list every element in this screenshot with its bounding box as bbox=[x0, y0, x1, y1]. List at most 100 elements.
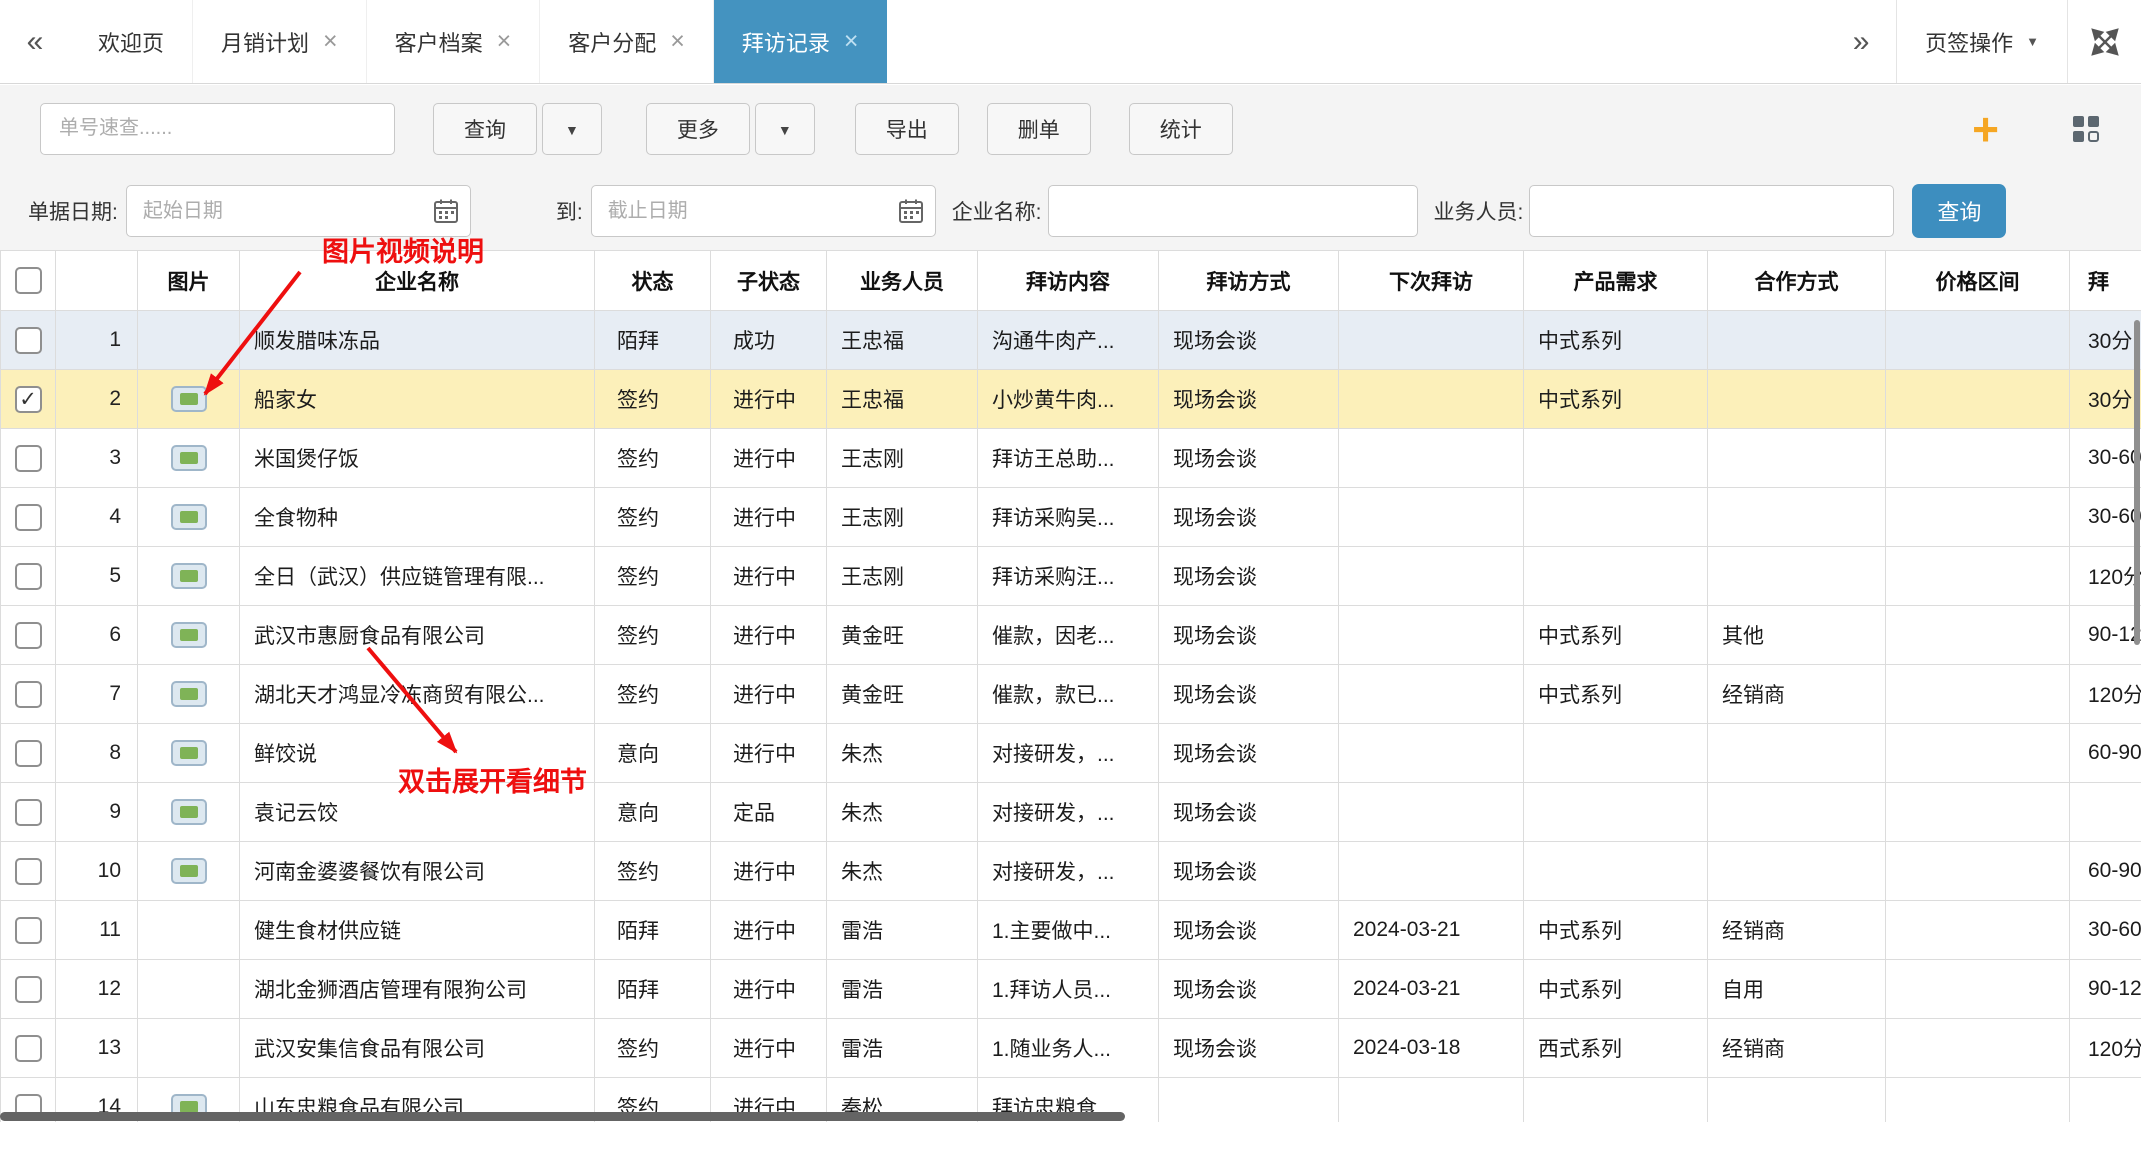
image-thumbnail-inner bbox=[180, 570, 198, 582]
row-number: 4 bbox=[56, 488, 138, 547]
column-header[interactable]: 图片 bbox=[138, 251, 240, 311]
table-row[interactable]: 12湖北金狮酒店管理有限狗公司陌拜进行中雷浩1.拜访人员...现场会谈2024-… bbox=[1, 960, 2141, 1019]
cell-next-visit bbox=[1339, 665, 1524, 724]
company-name-label: 企业名称: bbox=[952, 196, 1042, 226]
calendar-icon[interactable] bbox=[898, 198, 924, 224]
cell-next-visit: 2024-03-21 bbox=[1339, 901, 1524, 960]
column-header[interactable]: 价格区间 bbox=[1886, 251, 2070, 311]
column-header[interactable]: 合作方式 bbox=[1708, 251, 1886, 311]
column-header[interactable]: 拜访方式 bbox=[1159, 251, 1339, 311]
cell-method: 现场会谈 bbox=[1159, 960, 1339, 1019]
select-all-checkbox[interactable] bbox=[15, 267, 42, 294]
row-checkbox[interactable] bbox=[15, 976, 42, 1003]
filter-query-button[interactable]: 查询 bbox=[1912, 184, 2006, 238]
image-thumbnail-icon[interactable] bbox=[171, 858, 207, 884]
tab-close-icon[interactable]: × bbox=[670, 29, 685, 54]
cell-price bbox=[1886, 724, 2070, 783]
row-checkbox[interactable] bbox=[15, 917, 42, 944]
column-header[interactable]: 产品需求 bbox=[1524, 251, 1708, 311]
image-thumbnail-icon[interactable] bbox=[171, 799, 207, 825]
row-checkbox[interactable] bbox=[15, 445, 42, 472]
tab-operations-button[interactable]: 页签操作 ▼ bbox=[1896, 0, 2067, 83]
row-checkbox[interactable] bbox=[15, 504, 42, 531]
quick-search-input[interactable] bbox=[40, 103, 395, 155]
table-row[interactable]: 6武汉市惠厨食品有限公司签约进行中黄金旺催款，因老...现场会谈中式系列其他90… bbox=[1, 606, 2141, 665]
row-checkbox[interactable] bbox=[15, 563, 42, 590]
cell-product bbox=[1524, 1078, 1708, 1123]
table-row[interactable]: 4全食物种签约进行中王志刚拜访采购吴...现场会谈30-60 bbox=[1, 488, 2141, 547]
calendar-icon[interactable] bbox=[433, 198, 459, 224]
image-thumbnail-icon[interactable] bbox=[171, 681, 207, 707]
table-row[interactable]: 10河南金婆婆餐饮有限公司签约进行中朱杰对接研发，...现场会谈60-90 bbox=[1, 842, 2141, 901]
table-row[interactable]: ✓2船家女签约进行中王忠福小炒黄牛肉...现场会谈中式系列30分 bbox=[1, 370, 2141, 429]
tab-item[interactable]: 客户档案× bbox=[367, 0, 541, 83]
column-header[interactable]: 子状态 bbox=[711, 251, 827, 311]
cell-price bbox=[1886, 960, 2070, 1019]
row-checkbox[interactable] bbox=[15, 327, 42, 354]
vertical-scrollbar[interactable] bbox=[2134, 320, 2140, 645]
tab-item[interactable]: 月销计划× bbox=[193, 0, 367, 83]
staff-input[interactable] bbox=[1529, 185, 1894, 237]
cell-product: 西式系列 bbox=[1524, 1019, 1708, 1078]
row-checkbox[interactable] bbox=[15, 740, 42, 767]
horizontal-scrollbar[interactable] bbox=[0, 1112, 1125, 1121]
tab-close-icon[interactable]: × bbox=[323, 29, 338, 54]
layout-settings-button[interactable] bbox=[2071, 114, 2101, 144]
row-checkbox[interactable] bbox=[15, 858, 42, 885]
scroll-tabs-right-button[interactable]: » bbox=[1826, 0, 1896, 83]
app-window: « 欢迎页月销计划×客户档案×客户分配×拜访记录× » 页签操作 ▼ bbox=[0, 0, 2141, 1161]
table-row[interactable]: 5全日（武汉）供应链管理有限...签约进行中王志刚拜访采购汪...现场会谈120… bbox=[1, 547, 2141, 606]
image-thumbnail-icon[interactable] bbox=[171, 740, 207, 766]
company-name-input[interactable] bbox=[1048, 185, 1418, 237]
cell-price bbox=[1886, 311, 2070, 370]
table-row[interactable]: 13武汉安集信食品有限公司签约进行中雷浩1.随业务人...现场会谈2024-03… bbox=[1, 1019, 2141, 1078]
cell-next-visit: 2024-03-18 bbox=[1339, 1019, 1524, 1078]
delete-button[interactable]: 删单 bbox=[987, 103, 1091, 155]
more-button[interactable]: 更多 bbox=[646, 103, 750, 155]
cell-company: 顺发腊味冻品 bbox=[240, 311, 595, 370]
cell-company: 武汉安集信食品有限公司 bbox=[240, 1019, 595, 1078]
column-header[interactable]: 业务人员 bbox=[827, 251, 978, 311]
row-checkbox[interactable] bbox=[15, 681, 42, 708]
column-header[interactable]: 拜 bbox=[2070, 251, 2141, 311]
stats-button[interactable]: 统计 bbox=[1129, 103, 1233, 155]
table-row[interactable]: 1顺发腊味冻品陌拜成功王忠福沟通牛肉产...现场会谈中式系列30分 bbox=[1, 311, 2141, 370]
row-checkbox[interactable] bbox=[15, 1035, 42, 1062]
tab-close-icon[interactable]: × bbox=[844, 29, 859, 54]
cell-price bbox=[1886, 842, 2070, 901]
cell-next-visit bbox=[1339, 842, 1524, 901]
table-row[interactable]: 9袁记云饺意向定品朱杰对接研发，...现场会谈 bbox=[1, 783, 2141, 842]
fullscreen-toggle-button[interactable] bbox=[2067, 0, 2141, 83]
image-thumbnail-icon[interactable] bbox=[171, 504, 207, 530]
table-row[interactable]: 3米国煲仔饭签约进行中王志刚拜访王总助...现场会谈30-60 bbox=[1, 429, 2141, 488]
tab-item[interactable]: 客户分配× bbox=[540, 0, 714, 83]
table-row[interactable]: 11健生食材供应链陌拜进行中雷浩1.主要做中...现场会谈2024-03-21中… bbox=[1, 901, 2141, 960]
tab-active[interactable]: 拜访记录× bbox=[714, 0, 887, 83]
tab-item[interactable]: 欢迎页 bbox=[70, 0, 193, 83]
add-button[interactable]: + bbox=[1972, 106, 1999, 152]
column-header[interactable]: 下次拜访 bbox=[1339, 251, 1524, 311]
cell-coop bbox=[1708, 1078, 1886, 1123]
cell-status: 陌拜 bbox=[595, 960, 711, 1019]
image-thumbnail-icon[interactable] bbox=[171, 445, 207, 471]
query-dropdown-button[interactable]: ▼ bbox=[542, 103, 602, 155]
image-thumbnail-icon[interactable] bbox=[171, 622, 207, 648]
query-button[interactable]: 查询 bbox=[433, 103, 537, 155]
cell-company: 河南金婆婆餐饮有限公司 bbox=[240, 842, 595, 901]
row-checkbox[interactable]: ✓ bbox=[15, 386, 42, 413]
scroll-tabs-left-button[interactable]: « bbox=[0, 0, 70, 83]
export-button[interactable]: 导出 bbox=[855, 103, 959, 155]
row-checkbox[interactable] bbox=[15, 622, 42, 649]
table-row[interactable]: 8鲜饺说意向进行中朱杰对接研发，...现场会谈60-90 bbox=[1, 724, 2141, 783]
row-number-header bbox=[56, 251, 138, 311]
table-row[interactable]: 7湖北天才鸿显冷冻商贸有限公...签约进行中黄金旺催款，款已...现场会谈中式系… bbox=[1, 665, 2141, 724]
image-thumbnail-icon[interactable] bbox=[171, 563, 207, 589]
column-header[interactable]: 状态 bbox=[595, 251, 711, 311]
tab-close-icon[interactable]: × bbox=[497, 29, 512, 54]
more-dropdown-button[interactable]: ▼ bbox=[755, 103, 815, 155]
column-header[interactable]: 拜访内容 bbox=[978, 251, 1159, 311]
date-range-label: 单据日期: bbox=[28, 196, 118, 226]
image-thumbnail-icon[interactable] bbox=[171, 386, 207, 412]
row-checkbox[interactable] bbox=[15, 799, 42, 826]
end-date-input[interactable] bbox=[591, 185, 936, 237]
